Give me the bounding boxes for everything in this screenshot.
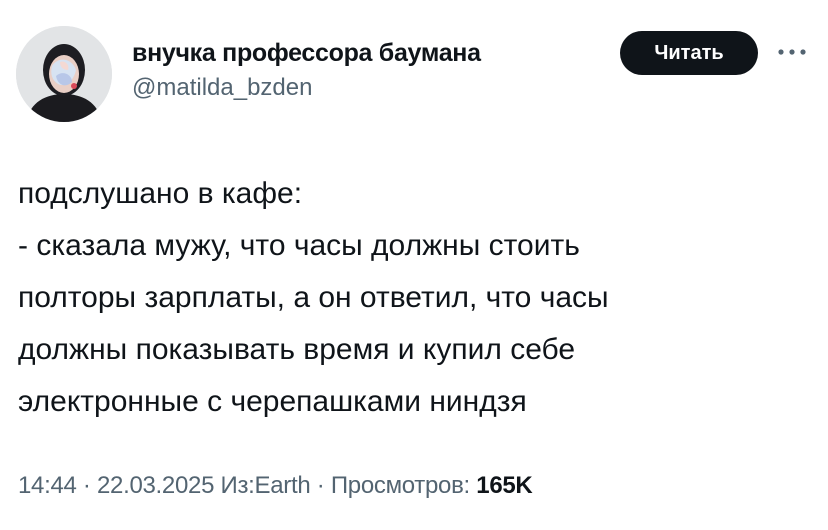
- tweet-line: должны показывать время и купил себе: [18, 333, 576, 366]
- views-label: Просмотров:: [330, 472, 470, 499]
- avatar[interactable]: [16, 26, 112, 122]
- user-handle[interactable]: @matilda_bzden: [132, 74, 481, 102]
- tweet-metadata: 14:44 · 22.03.2025 Из:Earth · Просмотров…: [18, 470, 533, 502]
- tweet-line: - сказала мужу, что часы должны стоить: [18, 229, 580, 262]
- follow-button[interactable]: Читать: [620, 31, 758, 75]
- tweet-line: электронные с черепашками ниндзя: [18, 385, 527, 418]
- author-names: внучка профессора баумана @matilda_bzden: [132, 38, 481, 102]
- tweet-text: подслушано в кафе: - сказала мужу, что ч…: [18, 168, 798, 428]
- tweet-date[interactable]: 22.03.2025: [97, 472, 214, 499]
- more-options-button[interactable]: [772, 38, 812, 66]
- tweet-line: подслушано в кафе:: [18, 177, 303, 210]
- more-dots-icon: [778, 49, 806, 55]
- tweet-source: Из:Earth: [220, 472, 311, 499]
- views-count: 165K: [476, 472, 533, 499]
- profile-photo-avatar: [16, 26, 112, 122]
- display-name[interactable]: внучка профессора баумана: [132, 38, 481, 68]
- tweet-line: полторы зарплаты, а он ответил, что часы: [18, 281, 609, 314]
- meta-separator: ·: [310, 472, 331, 499]
- meta-separator: ·: [76, 472, 97, 499]
- tweet-time[interactable]: 14:44: [18, 472, 77, 499]
